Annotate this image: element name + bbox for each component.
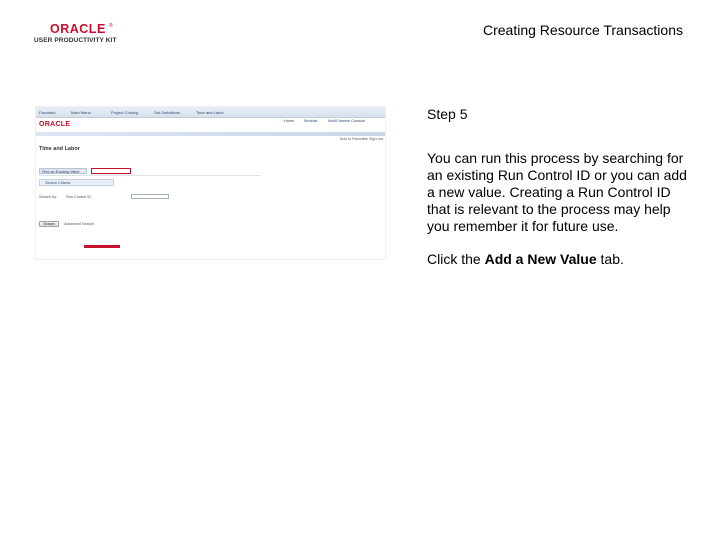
screenshot-page-title: Time and Labor — [39, 146, 80, 152]
screenshot-link-multichannel: MultiChannel Console — [328, 119, 366, 123]
instruction-target-tab: Add a New Value — [484, 251, 597, 267]
screenshot-toolbar — [36, 132, 385, 136]
application-screenshot: Favorites Main Menu Project Costing Set … — [35, 106, 386, 260]
oracle-upk-logo: ORACLE ® USER PRODUCTIVITY KIT — [34, 22, 130, 48]
screenshot-divider — [39, 175, 261, 176]
screenshot-add-value-link-highlight — [84, 245, 120, 248]
screenshot-search-by-label: Search by: — [39, 195, 58, 199]
screenshot-tab-find-existing: Find an Existing Value — [39, 168, 87, 174]
screenshot-link-favorites: Add to Favorites — [340, 137, 368, 141]
screenshot-link-signout: Sign out — [369, 137, 383, 141]
screenshot-search-field — [131, 194, 169, 199]
instruction-panel: Step 5 You can run this process by searc… — [427, 104, 687, 284]
document-title: Creating Resource Transactions — [483, 22, 683, 38]
screenshot-advanced-search-link: Advanced Search — [64, 222, 94, 226]
screenshot-nav-project-costing: Project Costing — [111, 110, 139, 115]
screenshot-link-worklist: Worklist — [304, 119, 318, 123]
oracle-logo-word: ORACLE — [50, 22, 106, 36]
oracle-logo-trademark: ® — [109, 23, 113, 29]
screenshot-search-criteria: Search Criteria — [39, 179, 114, 186]
oracle-logo-subtitle: USER PRODUCTIVITY KIT — [34, 37, 117, 44]
screenshot-nav-favorites: Favorites — [39, 110, 56, 115]
screenshot-link-home: Home — [284, 119, 295, 123]
screenshot-oracle-logo: ORACLE — [39, 121, 71, 128]
screenshot-nav-main-menu: Main Menu — [71, 110, 91, 115]
screenshot-tab-add-new-value-highlight — [91, 168, 131, 174]
step-label: Step 5 — [427, 106, 468, 122]
screenshot-nav-time-and-labor: Time and Labor — [196, 110, 224, 115]
step-instruction: Click the Add a New Value tab. — [427, 251, 687, 268]
screenshot-nav-set-definitions: Set Definitions — [154, 110, 180, 115]
instruction-prefix: Click the — [427, 251, 485, 267]
instruction-suffix: tab. — [596, 251, 624, 267]
step-description: You can run this process by searching fo… — [427, 150, 687, 234]
screenshot-search-button: Search — [39, 221, 59, 227]
screenshot-nav-bar: Favorites Main Menu Project Costing Set … — [36, 107, 385, 118]
screenshot-search-field-label: Run Control ID — [66, 195, 92, 199]
